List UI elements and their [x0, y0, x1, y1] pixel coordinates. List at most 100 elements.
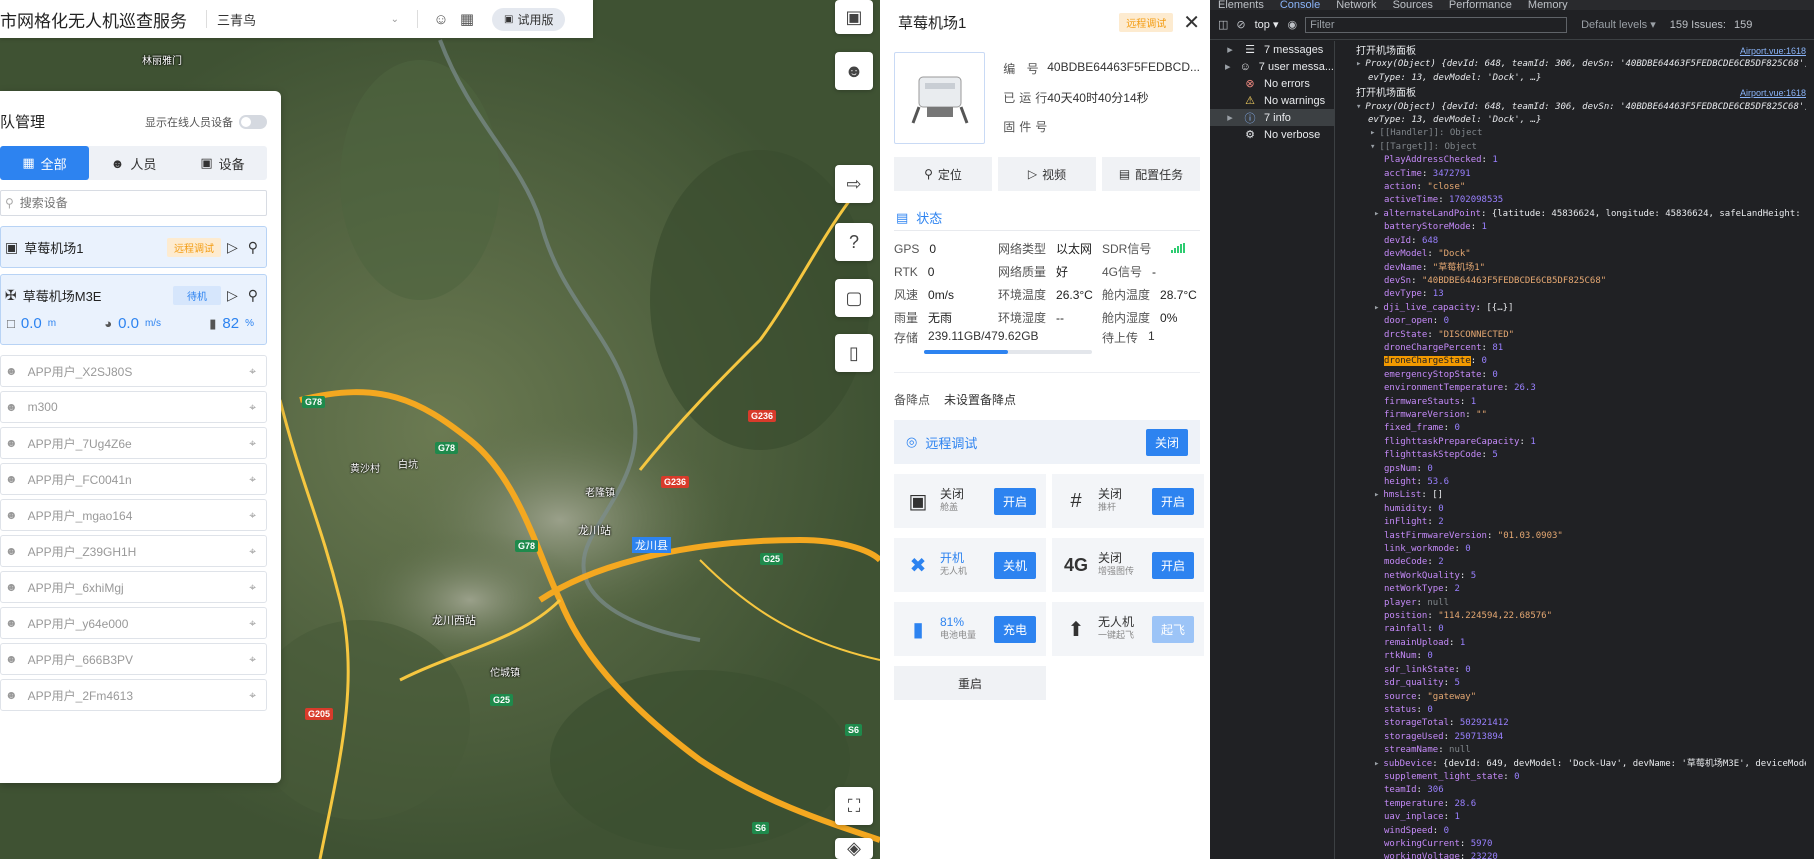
control-button[interactable]: 起飞	[1151, 615, 1194, 643]
control-text: 开机 无人机	[940, 552, 984, 578]
location-icon[interactable]: ⌖	[249, 652, 256, 667]
log-object[interactable]: ▸ Proxy(Object) {devId: 648, teamId: 306,…	[1356, 58, 1806, 71]
location-icon[interactable]: ⚲	[248, 239, 258, 256]
object-property: firmwareStauts: 1	[1356, 396, 1806, 409]
object-property[interactable]: ▸ hmsList: []	[1356, 489, 1806, 502]
locate-button[interactable]: ⚲ 定位	[894, 157, 992, 191]
context-select[interactable]: top ▾	[1254, 17, 1280, 32]
object-property: supplement_light_state: 0	[1356, 771, 1806, 784]
devtools-tab[interactable]: Performance	[1441, 0, 1520, 10]
tab-devices[interactable]: ▣ 设备	[178, 146, 267, 180]
target-row[interactable]: ▾ [[Target]]: Object	[1356, 141, 1806, 154]
play-icon[interactable]: ▷	[227, 287, 238, 304]
mobile-button[interactable]: ▯	[835, 334, 873, 372]
handler-row[interactable]: ▸ [[Handler]]: Object	[1356, 127, 1806, 140]
mobile-icon: ▯	[849, 342, 859, 363]
property-value: 5	[1492, 450, 1498, 461]
location-icon[interactable]: ⌖	[249, 436, 256, 451]
device-card[interactable]: ▣ 草莓机场1 远程调试 ▷ ⚲	[0, 226, 267, 268]
tab-all[interactable]: ▦ 全部	[0, 146, 89, 180]
devtools-tab[interactable]: Network	[1328, 0, 1384, 10]
sidebar-toggle-icon[interactable]: ◫	[1218, 18, 1228, 31]
console-filter-item[interactable]: ▸ ⓘ 7 info	[1210, 109, 1334, 126]
log-source-link[interactable]: Airport.vue:1618	[1740, 45, 1806, 58]
fullscreen-button[interactable]: ⛶	[835, 787, 873, 825]
property-separator: :	[1459, 838, 1471, 849]
user-list-item[interactable]: ☻ m300 ⌖	[0, 391, 267, 423]
user-list-item[interactable]: ☻ APP用户_mgao164 ⌖	[0, 499, 267, 531]
device-card[interactable]: ✠ 草莓机场M3E 待机 ▷ ⚲ □ 0.0 m ◕ 0.0 m/s ▮ 82%	[0, 274, 267, 345]
location-icon[interactable]: ⌖	[249, 580, 256, 595]
devtools-tab[interactable]: Memory	[1520, 0, 1576, 10]
user-list-item[interactable]: ☻ APP用户_X2SJ80S ⌖	[0, 355, 267, 387]
log-object-wrap: evType: 13, devModel: 'Dock', …}	[1368, 115, 1542, 126]
layers-button[interactable]: ◈	[835, 838, 873, 859]
screen-button[interactable]: ▢	[835, 279, 873, 317]
location-icon[interactable]: ⌖	[249, 400, 256, 415]
user-list-item[interactable]: ☻ APP用户_666B3PV ⌖	[0, 643, 267, 675]
console-filter-item[interactable]: ▸ ☰ 7 messages	[1210, 41, 1334, 58]
console-filter-item[interactable]: ▸ ☺ 7 user messa...	[1210, 58, 1334, 75]
search-input[interactable]	[19, 196, 220, 210]
location-icon[interactable]: ⚲	[248, 287, 258, 304]
location-icon[interactable]: ⌖	[249, 616, 256, 631]
map-view[interactable]: 林丽雅门 G78 G78 G236 G236 G78 G25 G25 G205 …	[0, 0, 880, 859]
control-button[interactable]: 充电	[993, 615, 1036, 643]
levels-select[interactable]: Default levels ▾	[1581, 18, 1656, 31]
clear-icon[interactable]: ⊘	[1236, 18, 1245, 31]
location-icon[interactable]: ⌖	[249, 364, 256, 379]
location-icon[interactable]: ⌖	[249, 688, 256, 703]
grid-icon[interactable]: ▦	[454, 10, 480, 28]
location-icon[interactable]: ⌖	[249, 544, 256, 559]
toolbox-button[interactable]: ▣	[835, 0, 873, 34]
issues-label[interactable]: 159 Issues:	[1670, 19, 1726, 31]
tab-people[interactable]: ☻ 人员	[89, 146, 178, 180]
user-list-item[interactable]: ☻ APP用户_y64e000 ⌖	[0, 607, 267, 639]
reboot-button[interactable]: 重启	[894, 666, 1046, 700]
play-icon[interactable]: ▷	[227, 239, 238, 256]
config-task-button[interactable]: ▤ 配置任务	[1102, 157, 1200, 191]
object-property[interactable]: ▸ subDevice: {devId: 649, devModel: 'Dock…	[1356, 758, 1806, 771]
devtools-tab[interactable]: Console	[1272, 0, 1328, 10]
remote-close-button[interactable]: 关闭	[1145, 428, 1188, 456]
map-label: 老隆镇	[585, 488, 615, 499]
status-badge: 远程调试	[166, 237, 221, 257]
property-separator: :	[1481, 450, 1493, 461]
issues-badge[interactable]: 159	[1734, 19, 1752, 31]
button-label: 定位	[937, 167, 962, 182]
object-property[interactable]: ▸ dji_live_capacity: [{…}]	[1356, 302, 1806, 315]
exit-button[interactable]: ⇨	[835, 165, 873, 203]
region-select[interactable]: 三青鸟 ⌄	[217, 10, 407, 29]
location-icon[interactable]: ⌖	[249, 508, 256, 523]
filter-input[interactable]: Filter	[1305, 16, 1568, 33]
control-button[interactable]: 开启	[993, 487, 1036, 515]
user-list-item[interactable]: ☻ APP用户_6xhiMgj ⌖	[0, 571, 267, 603]
control-button[interactable]: 关机	[993, 551, 1036, 579]
eye-icon[interactable]: ◉	[1288, 18, 1298, 31]
log-source-link[interactable]: Airport.vue:1618	[1740, 87, 1806, 100]
console-filter-item[interactable]: ⚠ No warnings	[1210, 92, 1334, 109]
object-property[interactable]: ▸ alternateLandPoint: {latitude: 45836624…	[1356, 208, 1806, 221]
console-filter-item[interactable]: ⚙ No verbose	[1210, 126, 1334, 143]
devtools-tab[interactable]: Elements	[1210, 0, 1272, 10]
user-list-item[interactable]: ☻ APP用户_7Ug4Z6e ⌖	[0, 427, 267, 459]
devtools-tab[interactable]: Sources	[1385, 0, 1441, 10]
control-card: ⬆ 无人机 一键起飞 起飞	[1052, 602, 1204, 656]
close-icon[interactable]: ✕	[1183, 10, 1200, 35]
control-button[interactable]: 开启	[1151, 551, 1194, 579]
help-button[interactable]: ?	[835, 223, 873, 261]
user-list-item[interactable]: ☻ APP用户_2Fm4613 ⌖	[0, 679, 267, 711]
people-icon[interactable]: ☺	[428, 11, 454, 28]
console-filter-item[interactable]: ⊗ No errors	[1210, 75, 1334, 92]
location-icon[interactable]: ⌖	[249, 472, 256, 487]
user-list-item[interactable]: ☻ APP用户_Z39GH1H ⌖	[0, 535, 267, 567]
show-online-toggle[interactable]	[239, 114, 267, 129]
control-button[interactable]: 开启	[1151, 487, 1194, 515]
log-object[interactable]: ▾ Proxy(Object) {devId: 648, teamId: 306,…	[1356, 101, 1806, 114]
trial-badge[interactable]: ▣ 试用版	[492, 7, 566, 31]
property-key: lastFirmwareVersion	[1384, 530, 1487, 541]
user-list-item[interactable]: ☻ APP用户_FC0041n ⌖	[0, 463, 267, 495]
property-separator: :	[1475, 302, 1487, 313]
video-button[interactable]: ▷ 视频	[998, 157, 1096, 191]
user-button[interactable]: ☻	[835, 52, 873, 90]
